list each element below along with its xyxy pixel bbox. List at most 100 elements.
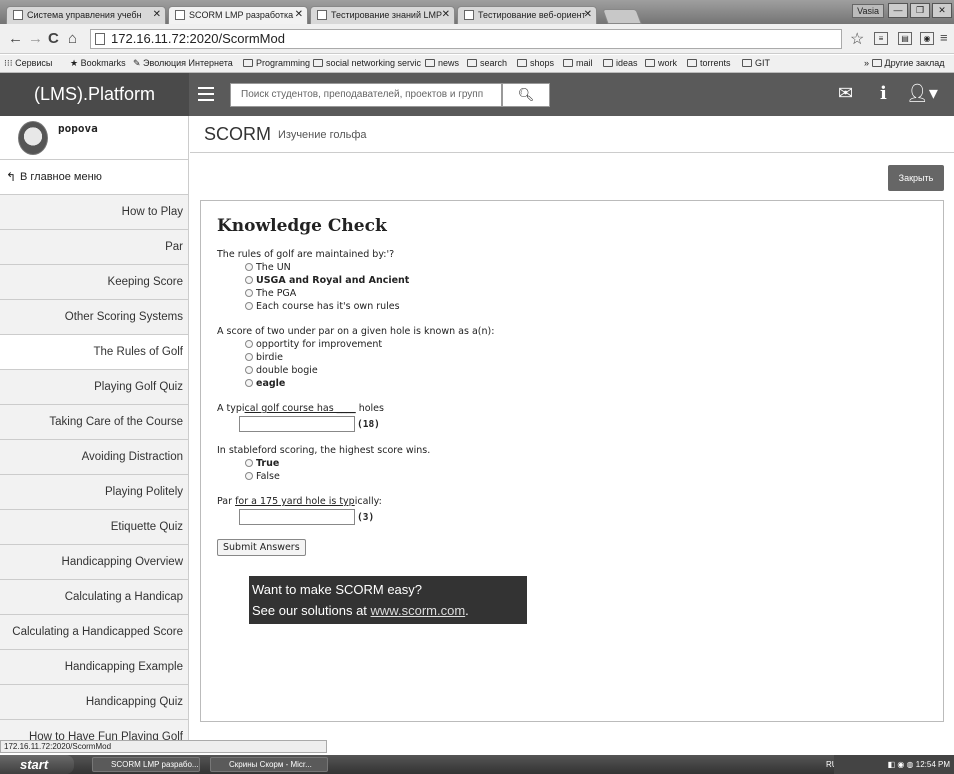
bookmark-item[interactable]: mail bbox=[563, 55, 593, 72]
close-button[interactable]: Закрыть bbox=[888, 165, 944, 191]
page-icon bbox=[175, 10, 185, 20]
taskbar-item[interactable]: Скрины Скорм - Micr... bbox=[210, 757, 328, 772]
sidebar-item[interactable]: Avoiding Distraction bbox=[0, 440, 188, 475]
sidebar-item[interactable]: Playing Politely bbox=[0, 475, 188, 510]
radio-option[interactable]: double bogie bbox=[217, 364, 494, 377]
close-window-icon[interactable]: ✕ bbox=[932, 3, 952, 18]
bookmark-item[interactable]: social networking servic bbox=[313, 55, 421, 72]
sidebar-item[interactable]: Other Scoring Systems bbox=[0, 300, 188, 335]
extension-icon[interactable]: ≡ bbox=[874, 32, 888, 45]
sidebar-item[interactable]: How to Play bbox=[0, 195, 188, 230]
radio-option[interactable]: eagle bbox=[217, 377, 494, 390]
sidebar-item[interactable]: Playing Golf Quiz bbox=[0, 370, 188, 405]
menu-icon[interactable]: ≡ bbox=[940, 30, 948, 45]
bookmark-item[interactable]: Programming bbox=[243, 55, 310, 72]
radio-button[interactable] bbox=[245, 263, 253, 271]
radio-button[interactable] bbox=[245, 459, 253, 467]
user-menu-icon[interactable]: 👤︎▾ bbox=[906, 83, 938, 104]
home-icon[interactable]: ⌂ bbox=[68, 30, 77, 47]
extension-icon[interactable]: ◉ bbox=[920, 32, 934, 45]
radio-button[interactable] bbox=[245, 379, 253, 387]
radio-option[interactable]: The PGA bbox=[217, 287, 494, 300]
page-icon bbox=[464, 10, 474, 20]
avatar[interactable] bbox=[18, 121, 48, 155]
bookmark-item[interactable]: ⁝⁝⁝ Сервисы bbox=[4, 55, 52, 72]
close-icon[interactable]: ✕ bbox=[153, 7, 161, 23]
radio-option[interactable]: birdie bbox=[217, 351, 494, 364]
sidebar-item[interactable]: Keeping Score bbox=[0, 265, 188, 300]
sidebar-item[interactable]: Calculating a Handicapped Score bbox=[0, 615, 188, 650]
answer-input[interactable] bbox=[239, 509, 355, 525]
sidebar-item[interactable]: Par bbox=[0, 230, 188, 265]
page-icon bbox=[317, 10, 327, 20]
back-arrow-icon[interactable]: ← bbox=[8, 30, 23, 47]
minimize-icon[interactable]: — bbox=[888, 3, 908, 18]
main-header: SCORM Изучение гольфа bbox=[190, 116, 954, 153]
answer-input[interactable] bbox=[239, 416, 355, 432]
sidebar-item[interactable]: Handicapping Quiz bbox=[0, 685, 188, 720]
page-icon bbox=[95, 33, 105, 45]
extension-icon[interactable]: ▤ bbox=[898, 32, 912, 45]
browser-tab[interactable]: Тестирование веб-ориент ✕ bbox=[457, 6, 597, 24]
bookmark-item[interactable]: torrents bbox=[687, 55, 731, 72]
browser-tab-active[interactable]: SCORM LMP разработка ✕ bbox=[168, 6, 308, 24]
start-button[interactable]: start bbox=[0, 755, 74, 774]
close-icon[interactable]: ✕ bbox=[442, 7, 450, 23]
mail-icon[interactable]: ✉ bbox=[838, 83, 853, 104]
submit-answers-button[interactable]: Submit Answers bbox=[217, 539, 306, 556]
hamburger-menu-icon[interactable] bbox=[198, 87, 214, 101]
bookmark-item[interactable]: work bbox=[645, 55, 677, 72]
radio-option[interactable]: Each course has it's own rules bbox=[217, 300, 494, 313]
bookmark-item[interactable]: shops bbox=[517, 55, 554, 72]
sidebar-item[interactable]: Taking Care of the Course bbox=[0, 405, 188, 440]
bookmark-item[interactable]: search bbox=[467, 55, 507, 72]
browser-tab[interactable]: Тестирование знаний LMP ✕ bbox=[310, 6, 455, 24]
radio-button[interactable] bbox=[245, 366, 253, 374]
sidebar-item[interactable]: Etiquette Quiz bbox=[0, 510, 188, 545]
radio-button[interactable] bbox=[245, 276, 253, 284]
sidebar-item[interactable]: How to Have Fun Playing Golf bbox=[0, 720, 188, 740]
radio-option[interactable]: True bbox=[217, 457, 494, 470]
radio-option[interactable]: False bbox=[217, 470, 494, 483]
taskbar-item[interactable]: SCORM LMP разрабо... bbox=[92, 757, 200, 772]
sidebar-item-active[interactable]: The Rules of Golf bbox=[0, 335, 188, 370]
sidebar-item[interactable]: Handicapping Overview bbox=[0, 545, 188, 580]
app-logo[interactable]: (LMS).Platform bbox=[0, 73, 189, 116]
radio-option[interactable]: USGA and Royal and Ancient bbox=[217, 274, 494, 287]
info-icon[interactable]: i bbox=[880, 83, 887, 104]
radio-option[interactable]: opportity for improvement bbox=[217, 338, 494, 351]
new-tab-button[interactable] bbox=[602, 9, 642, 24]
bookmark-star-icon[interactable]: ☆ bbox=[850, 29, 864, 49]
reload-icon[interactable]: C bbox=[48, 30, 59, 47]
url-input[interactable]: 172.16.11.72:2020/ScormMod bbox=[90, 29, 842, 49]
close-icon[interactable]: ✕ bbox=[584, 7, 592, 23]
sidebar-item[interactable]: Handicapping Example bbox=[0, 650, 188, 685]
profile-badge[interactable]: Vasia bbox=[852, 4, 884, 18]
bookmarks-bar: ⁝⁝⁝ Сервисы ★ Bookmarks ✎ Эволюция Интер… bbox=[0, 55, 954, 73]
close-icon[interactable]: ✕ bbox=[295, 7, 303, 23]
radio-button[interactable] bbox=[245, 340, 253, 348]
sidebar-item[interactable]: Calculating a Handicap bbox=[0, 580, 188, 615]
bookmark-item[interactable]: GIT bbox=[742, 55, 770, 72]
radio-button[interactable] bbox=[245, 302, 253, 310]
radio-button[interactable] bbox=[245, 289, 253, 297]
search-button[interactable]: 🔍︎ bbox=[502, 83, 550, 107]
bookmark-item[interactable]: news bbox=[425, 55, 459, 72]
radio-button[interactable] bbox=[245, 472, 253, 480]
search-input[interactable]: Поиск студентов, преподавателей, проекто… bbox=[230, 83, 502, 107]
question-1: The rules of golf are maintained by:'? T… bbox=[217, 248, 494, 313]
bookmark-item[interactable]: ★ Bookmarks bbox=[70, 55, 126, 72]
bookmark-item[interactable]: ✎ Эволюция Интернета bbox=[133, 55, 233, 72]
other-bookmarks[interactable]: » Другие заклад bbox=[864, 55, 945, 72]
forward-arrow-icon[interactable]: → bbox=[28, 30, 43, 47]
radio-button[interactable] bbox=[245, 353, 253, 361]
radio-option[interactable]: The UN bbox=[217, 261, 494, 274]
back-to-main-menu[interactable]: ↰ В главное меню bbox=[0, 160, 188, 195]
scorm-ad-banner[interactable]: Want to make SCORM easy? See our solutio… bbox=[249, 576, 527, 624]
question-2: A score of two under par on a given hole… bbox=[217, 326, 495, 390]
bookmark-item[interactable]: ideas bbox=[603, 55, 638, 72]
maximize-icon[interactable]: ❐ bbox=[910, 3, 930, 18]
scorm-link[interactable]: www.scorm.com bbox=[371, 603, 466, 618]
browser-tab[interactable]: Система управления учебн ✕ bbox=[6, 6, 166, 24]
folder-icon bbox=[871, 59, 882, 67]
